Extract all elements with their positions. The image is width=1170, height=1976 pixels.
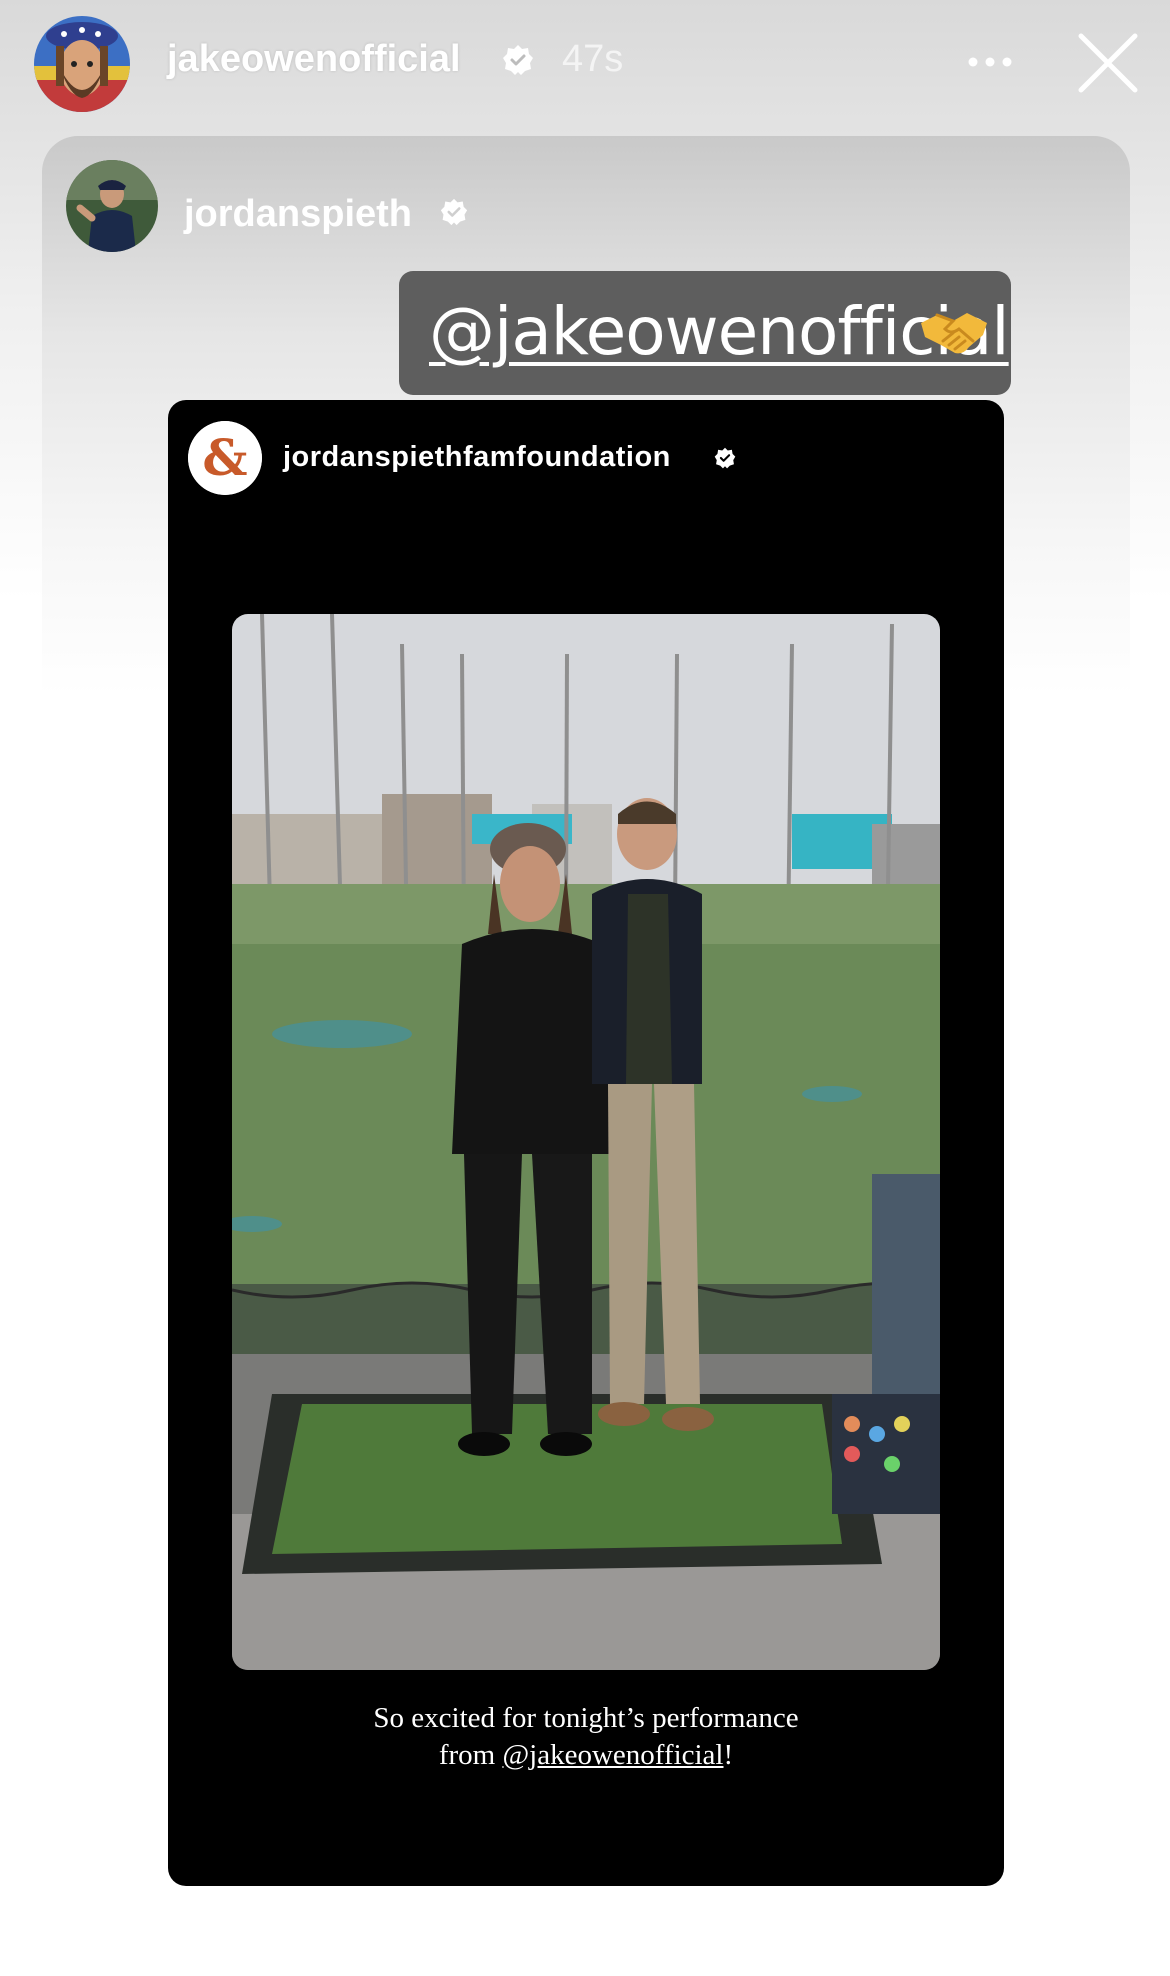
caption-line-1: So excited for tonight’s performance [373, 1702, 799, 1734]
reshared-story-card[interactable]: jordanspieth @jakeowenofficial & jordans… [42, 136, 1130, 1896]
post-caption: So excited for tonight’s performance fro… [268, 1700, 904, 1774]
caption-prefix: from [438, 1739, 503, 1771]
story-timestamp: 47s [562, 38, 624, 80]
reshare-username[interactable]: jordanspieth [184, 193, 412, 236]
caption-suffix: ! [723, 1739, 734, 1771]
foundation-username[interactable]: jordanspiethfamfoundation [283, 441, 671, 474]
caption-line-2: from @jakeowenofficial! [268, 1737, 904, 1774]
post-photo [232, 614, 940, 1670]
svg-text:&: & [202, 428, 247, 487]
verified-badge-icon [503, 45, 533, 75]
foundation-logo[interactable]: & [188, 421, 262, 495]
handshake-emoji-icon [921, 313, 987, 354]
mention-sticker[interactable]: @jakeowenofficial [399, 271, 1011, 395]
more-options-icon[interactable] [960, 40, 1020, 84]
story-avatar[interactable] [34, 16, 130, 112]
story-header: jakeowenofficial 47s [0, 0, 1170, 125]
verified-badge-icon [714, 447, 736, 469]
caption-mention-link[interactable]: @jakeowenofficial [502, 1739, 723, 1771]
story-username[interactable]: jakeowenofficial [167, 38, 461, 81]
close-icon[interactable] [1075, 30, 1141, 96]
reshare-avatar[interactable] [66, 160, 158, 252]
verified-badge-icon [440, 198, 468, 226]
shared-post[interactable]: & jordanspiethfamfoundation So excited f… [168, 400, 1004, 1886]
